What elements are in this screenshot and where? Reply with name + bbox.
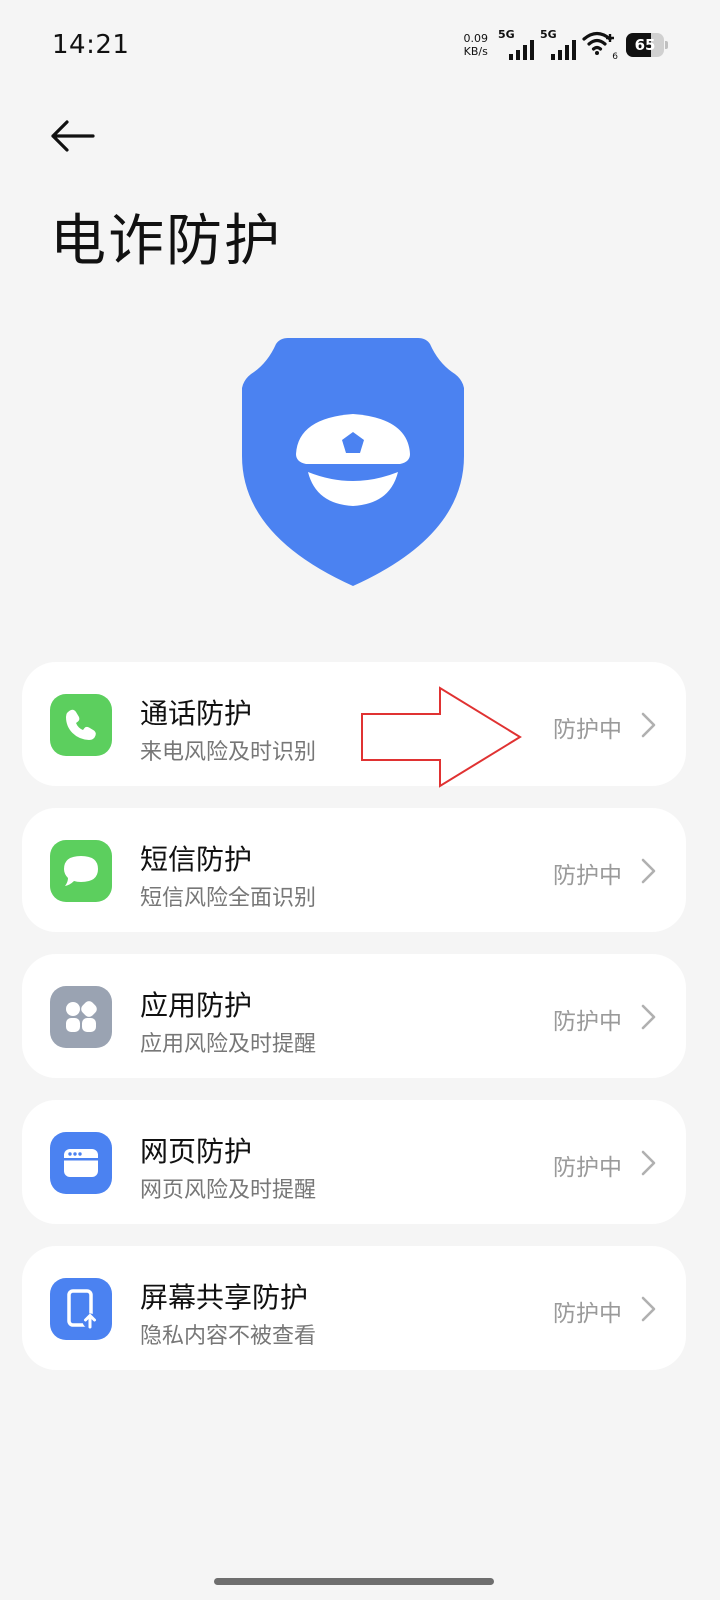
signal-sim1-icon: 5G xyxy=(498,28,534,60)
item-status: 防护中 xyxy=(553,1301,622,1327)
item-title: 应用防护 xyxy=(140,989,253,1022)
status-indicators: 0.09 KB/s 5G 5G 6 65 xyxy=(464,28,668,62)
chevron-right-icon xyxy=(641,712,656,738)
status-time: 14:21 xyxy=(52,30,130,60)
wifi-standard-label: 6 xyxy=(612,52,618,62)
item-subtitle: 隐私内容不被查看 xyxy=(140,1324,317,1349)
item-subtitle: 应用风险及时提醒 xyxy=(140,1032,317,1057)
annotation-arrow-icon xyxy=(361,686,522,788)
item-title: 短信防护 xyxy=(140,843,253,876)
item-subtitle: 网页风险及时提醒 xyxy=(140,1178,317,1203)
item-title: 网页防护 xyxy=(140,1135,253,1168)
item-subtitle: 来电风险及时识别 xyxy=(140,740,317,765)
chevron-right-icon xyxy=(641,1296,656,1322)
message-icon xyxy=(50,840,112,902)
signal-sim2-icon: 5G xyxy=(540,28,576,60)
network-speed-value: 0.09 xyxy=(463,32,489,45)
item-title: 屏幕共享防护 xyxy=(140,1281,309,1314)
status-bar: 14:21 0.09 KB/s 5G 5G 6 65 xyxy=(0,0,720,92)
back-button[interactable] xyxy=(44,108,100,164)
battery-level: 65 xyxy=(634,36,656,54)
chevron-right-icon xyxy=(641,858,656,884)
protection-list: 通话防护 来电风险及时识别 防护中 短信防护 短信风险全面识别 防护中 应用防护… xyxy=(22,662,686,1392)
item-status: 防护中 xyxy=(553,1009,622,1035)
browser-icon xyxy=(50,1132,112,1194)
battery-icon: 65 xyxy=(626,33,668,57)
chevron-right-icon xyxy=(641,1004,656,1030)
network-speed: 0.09 KB/s xyxy=(464,32,489,58)
anti-fraud-shield-icon xyxy=(240,336,466,588)
item-title: 通话防护 xyxy=(140,697,253,730)
item-status: 防护中 xyxy=(553,717,622,743)
back-arrow-icon xyxy=(51,120,95,152)
page-title: 电诈防护 xyxy=(50,209,282,274)
network-speed-unit: KB/s xyxy=(463,45,488,58)
app-protection-item[interactable]: 应用防护 应用风险及时提醒 防护中 xyxy=(22,954,686,1078)
chevron-right-icon xyxy=(641,1150,656,1176)
call-protection-item[interactable]: 通话防护 来电风险及时识别 防护中 xyxy=(22,662,686,786)
home-indicator[interactable] xyxy=(214,1578,494,1585)
item-subtitle: 短信风险全面识别 xyxy=(140,886,317,911)
web-protection-item[interactable]: 网页防护 网页风险及时提醒 防护中 xyxy=(22,1100,686,1224)
item-status: 防护中 xyxy=(553,1155,622,1181)
screen-share-icon xyxy=(50,1278,112,1340)
wifi-icon: 6 xyxy=(582,30,618,62)
apps-icon xyxy=(50,986,112,1048)
item-status: 防护中 xyxy=(553,863,622,889)
sms-protection-item[interactable]: 短信防护 短信风险全面识别 防护中 xyxy=(22,808,686,932)
phone-icon xyxy=(50,694,112,756)
screen-share-protection-item[interactable]: 屏幕共享防护 隐私内容不被查看 防护中 xyxy=(22,1246,686,1370)
